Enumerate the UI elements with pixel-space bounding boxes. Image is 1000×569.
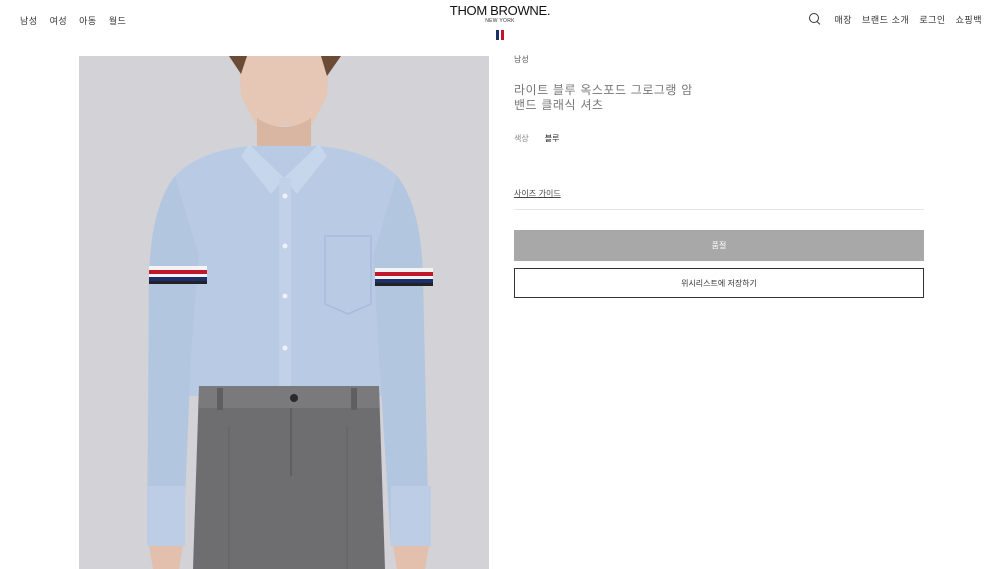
nav-stores[interactable]: 매장	[834, 13, 852, 26]
site-header: 남성 여성 아동 월드 THOM BROWNE. NEW YORK 매장 브랜드…	[0, 0, 1000, 46]
product-image[interactable]	[79, 56, 489, 569]
product-category: 남성	[514, 55, 529, 64]
main-nav: 남성 여성 아동 월드	[20, 14, 126, 27]
brand-logo[interactable]: THOM BROWNE. NEW YORK	[440, 4, 560, 40]
brand-name: THOM BROWNE.	[449, 3, 551, 18]
search-icon[interactable]	[808, 12, 822, 26]
nav-men[interactable]: 남성	[20, 14, 38, 27]
size-guide-link[interactable]: 사이즈 가이드	[514, 188, 561, 199]
nav-shopping-bag[interactable]: 쇼핑백	[956, 13, 982, 26]
nav-about-brand[interactable]: 브랜드 소개	[862, 13, 909, 26]
divider	[514, 209, 924, 210]
nav-login[interactable]: 로그인	[919, 13, 945, 26]
nav-world[interactable]: 월드	[109, 14, 127, 27]
color-label: 색상	[514, 134, 529, 143]
color-value: 블루	[544, 134, 560, 143]
sold-out-button[interactable]: 품절	[514, 230, 924, 261]
tricolor-flag-icon	[496, 30, 505, 40]
nav-kids[interactable]: 아동	[79, 14, 97, 27]
utility-nav: 매장 브랜드 소개 로그인 쇼핑백	[808, 12, 982, 26]
nav-women[interactable]: 여성	[50, 14, 68, 27]
product-photo-illustration	[79, 56, 489, 569]
product-info: 남성 라이트 블루 옥스포드 그로그랭 암밴드 클래식 셔츠 색상 블루 사이즈…	[514, 54, 924, 298]
product-title: 라이트 블루 옥스포드 그로그랭 암밴드 클래식 셔츠	[514, 83, 693, 112]
add-to-wishlist-button[interactable]: 위시리스트에 저장하기	[514, 268, 924, 298]
brand-subtitle: NEW YORK	[485, 18, 515, 24]
color-row: 색상 블루	[514, 133, 924, 144]
